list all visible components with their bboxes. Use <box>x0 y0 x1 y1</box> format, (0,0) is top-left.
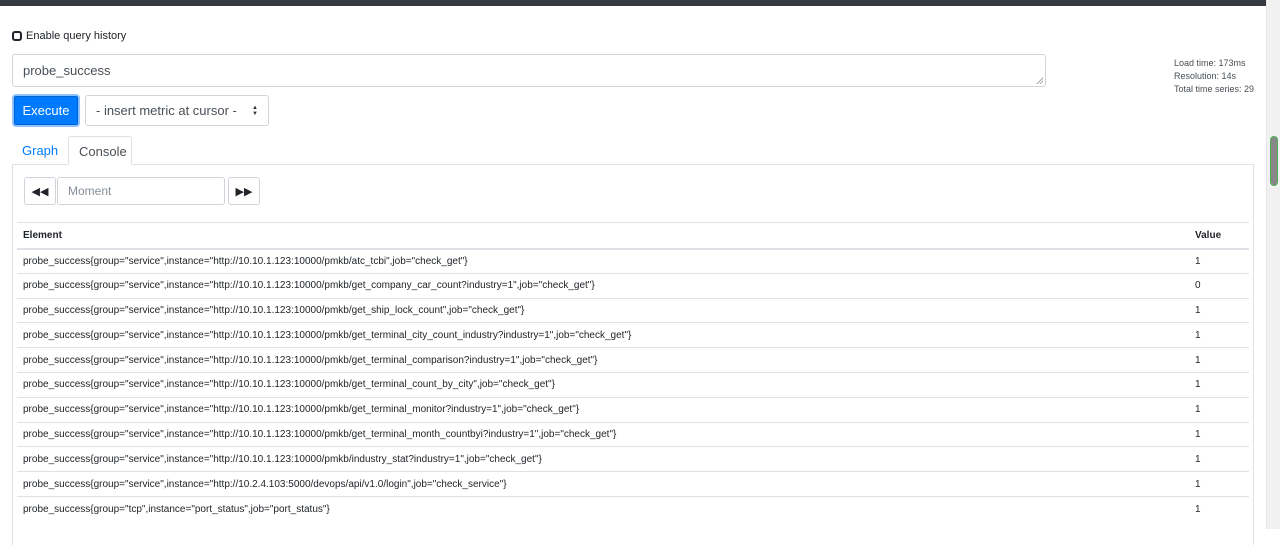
double-right-arrow-icon: ▶▶ <box>235 185 253 198</box>
query-history-toggle[interactable]: Enable query history <box>12 30 126 42</box>
execute-button[interactable]: Execute <box>12 94 80 127</box>
value-cell: 1 <box>1189 347 1249 373</box>
value-cell: 1 <box>1189 471 1249 497</box>
insert-metric-select[interactable]: - insert metric at cursor - ▲ ▼ <box>85 95 269 126</box>
element-cell: probe_success{group="service",instance="… <box>17 396 1189 423</box>
metric-select-value: - insert metric at cursor - <box>96 103 237 118</box>
result-tabs: Graph Console <box>12 136 1254 165</box>
table-row: probe_success{group="service",instance="… <box>17 322 1249 348</box>
query-stats: Load time: 173ms Resolution: 14s Total t… <box>1174 57 1254 96</box>
load-time: Load time: 173ms <box>1174 58 1246 68</box>
element-cell: probe_success{group="service",instance="… <box>17 322 1189 348</box>
console-panel: ◀◀ Moment ▶▶ Element Value probe_success… <box>12 165 1254 545</box>
value-cell: 1 <box>1189 322 1249 348</box>
element-cell: probe_success{group="service",instance="… <box>17 248 1189 274</box>
value-cell: 1 <box>1189 396 1249 423</box>
expression-input[interactable]: probe_success <box>12 54 1046 87</box>
element-cell: probe_success{group="service",instance="… <box>17 272 1189 299</box>
value-cell: 1 <box>1189 371 1249 398</box>
resolution: Resolution: 14s <box>1174 71 1237 81</box>
value-cell: 0 <box>1189 272 1249 299</box>
expression-value: probe_success <box>23 63 111 78</box>
tab-graph[interactable]: Graph <box>12 136 68 165</box>
value-cell: 1 <box>1189 495 1249 522</box>
value-cell: 1 <box>1189 297 1249 323</box>
query-history-label: Enable query history <box>26 30 127 42</box>
element-cell: probe_success{group="service",instance="… <box>17 471 1189 497</box>
table-row: probe_success{group="service",instance="… <box>17 371 1249 398</box>
table-row: probe_success{group="service",instance="… <box>17 446 1249 472</box>
element-cell: probe_success{group="service",instance="… <box>17 347 1189 373</box>
scrollbar-thumb[interactable] <box>1270 136 1278 186</box>
value-header: Value <box>1189 222 1249 250</box>
double-left-arrow-icon: ◀◀ <box>31 185 49 198</box>
table-row: probe_success{group="service",instance="… <box>17 347 1249 373</box>
value-cell: 1 <box>1189 248 1249 274</box>
table-row: probe_success{group="tcp",instance="port… <box>17 495 1249 522</box>
value-cell: 1 <box>1189 421 1249 447</box>
table-row: probe_success{group="service",instance="… <box>17 396 1249 423</box>
element-cell: probe_success{group="service",instance="… <box>17 421 1189 447</box>
element-header: Element <box>17 222 1189 250</box>
table-row: probe_success{group="service",instance="… <box>17 421 1249 447</box>
element-cell: probe_success{group="service",instance="… <box>17 297 1189 323</box>
page-scrollbar[interactable] <box>1266 0 1280 529</box>
moment-back-button[interactable]: ◀◀ <box>24 177 56 205</box>
top-navbar <box>0 0 1280 6</box>
value-cell: 1 <box>1189 446 1249 472</box>
up-down-caret-icon: ▲ ▼ <box>252 104 258 117</box>
tab-console[interactable]: Console <box>68 136 132 165</box>
resize-grip-icon[interactable] <box>1036 77 1043 84</box>
table-row: probe_success{group="service",instance="… <box>17 297 1249 323</box>
element-cell: probe_success{group="tcp",instance="port… <box>17 495 1189 522</box>
moment-input[interactable]: Moment <box>57 177 225 205</box>
query-history-checkbox[interactable] <box>12 31 22 41</box>
total-series: Total time series: 29 <box>1174 84 1255 94</box>
table-header-row: Element Value <box>17 222 1249 250</box>
table-row: probe_success{group="service",instance="… <box>17 248 1249 274</box>
table-row: probe_success{group="service",instance="… <box>17 272 1249 299</box>
table-row: probe_success{group="service",instance="… <box>17 471 1249 497</box>
element-cell: probe_success{group="service",instance="… <box>17 371 1189 398</box>
moment-forward-button[interactable]: ▶▶ <box>228 177 260 205</box>
results-table: Element Value probe_success{group="servi… <box>17 222 1249 522</box>
element-cell: probe_success{group="service",instance="… <box>17 446 1189 472</box>
